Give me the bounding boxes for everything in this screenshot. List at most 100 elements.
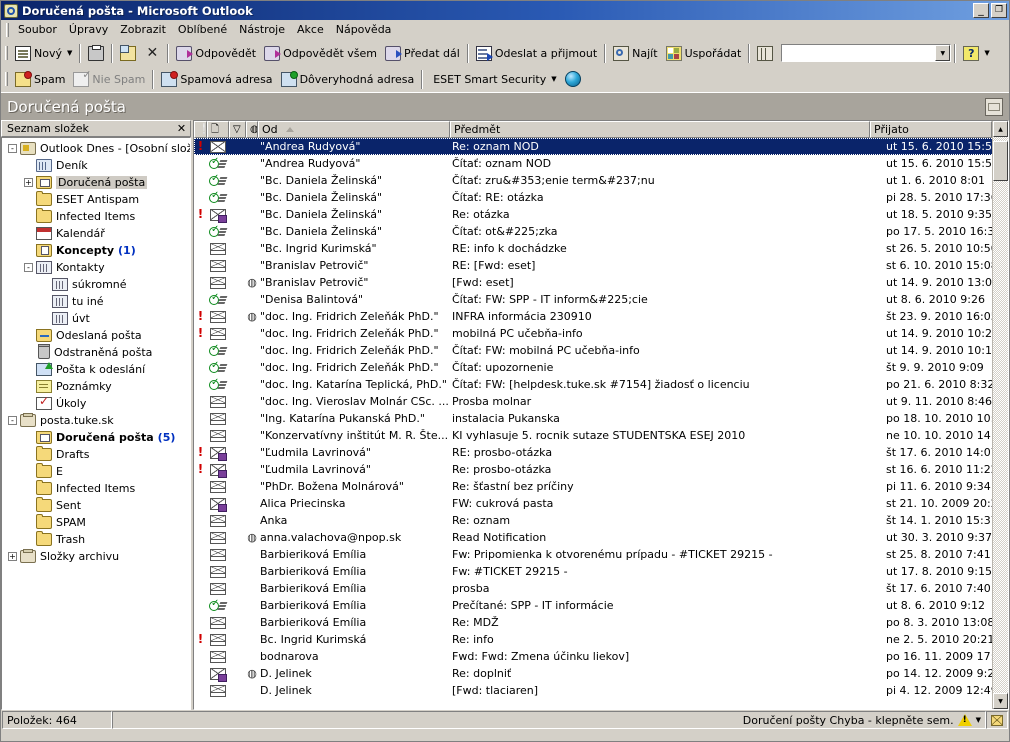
folder-item[interactable]: Odstraněná pošta: [2, 344, 190, 361]
folder-item[interactable]: + Složky archivu: [2, 548, 190, 565]
reply-all-button[interactable]: Odpovědět všem: [260, 41, 381, 65]
message-row[interactable]: "Bc. Daniela Želinská" Čítať: zru&#353;en…: [194, 172, 1008, 189]
column-header-icon[interactable]: 🗋: [207, 121, 229, 138]
folder-item[interactable]: tu iné: [2, 293, 190, 310]
find-button[interactable]: Najít: [609, 41, 661, 65]
message-row[interactable]: "Bc. Daniela Želinská" Čítať: ot&#225;zka…: [194, 223, 1008, 240]
expand-icon[interactable]: +: [8, 552, 17, 561]
chevron-down-icon[interactable]: ▼: [984, 49, 989, 57]
restore-button[interactable]: ❐: [991, 3, 1007, 18]
message-row[interactable]: "Bc. Ingrid Kurimská" RE: info k dochádzk…: [194, 240, 1008, 257]
message-row[interactable]: "doc. Ing. Vieroslav Molnár CSc. ... Pros…: [194, 393, 1008, 410]
menu-zobrazit[interactable]: Zobrazit: [114, 21, 172, 38]
expand-icon[interactable]: +: [24, 178, 33, 187]
message-list-scrollbar[interactable]: ▲ ▼: [992, 121, 1008, 709]
send-receive-button[interactable]: Odeslat a přijmout: [472, 41, 601, 65]
message-row[interactable]: ! ◍ "doc. Ing. Fridrich Zeleňák PhD." INFRA…: [194, 308, 1008, 325]
message-row[interactable]: Barbieriková Emília Fw: #TICKET 29215 - ut…: [194, 563, 1008, 580]
column-header-from[interactable]: Od: [258, 121, 450, 138]
chevron-down-icon[interactable]: ▼: [976, 716, 981, 724]
address-book-button[interactable]: [753, 41, 777, 65]
status-error-message[interactable]: Doručení pošty Chyba - klepněte sem.: [743, 714, 954, 727]
scroll-up-button[interactable]: ▲: [993, 121, 1008, 137]
message-row[interactable]: Barbieriková Emília Re: MDŽ po 8. 3. 2010 …: [194, 614, 1008, 631]
message-row[interactable]: "doc. Ing. Katarína Teplická, PhD." Čítať…: [194, 376, 1008, 393]
forward-button[interactable]: Předat dál: [381, 41, 464, 65]
not-spam-button[interactable]: Nie Spam: [69, 67, 149, 91]
message-row[interactable]: ◍ D. Jelinek Re: doplniť po 14. 12. 2009 9:…: [194, 665, 1008, 682]
warning-triangle-icon[interactable]: [957, 714, 972, 726]
menu-akce[interactable]: Akce: [291, 21, 330, 38]
message-rows[interactable]: ! "Andrea Rudyová" Re: oznam NOD ut 15. 6. …: [194, 138, 1008, 709]
column-header-received[interactable]: Přijato: [870, 121, 992, 138]
message-row[interactable]: "Konzervatívny inštitút M. R. Šte... KI v…: [194, 427, 1008, 444]
message-row[interactable]: "Branislav Petrovič" RE: [Fwd: eset] st 6.…: [194, 257, 1008, 274]
search-input[interactable]: [782, 46, 936, 60]
folder-item[interactable]: Pošta k odeslání: [2, 361, 190, 378]
folder-item[interactable]: Infected Items: [2, 480, 190, 497]
message-row[interactable]: ! "Ľudmila Lavrinová" Re: prosbo-otázka st …: [194, 461, 1008, 478]
message-row[interactable]: ! "Ľudmila Lavrinová" RE: prosbo-otázka št …: [194, 444, 1008, 461]
menu-grip[interactable]: [6, 22, 9, 37]
message-row[interactable]: Alica Priecinska FW: cukrová pasta st 21. …: [194, 495, 1008, 512]
chevron-down-icon[interactable]: ▼: [551, 75, 556, 83]
folder-item[interactable]: úvt: [2, 310, 190, 327]
message-row[interactable]: ◍ anna.valachova@npop.sk Read Notification…: [194, 529, 1008, 546]
message-row[interactable]: Barbieriková Emília Fw: Pripomienka k otv…: [194, 546, 1008, 563]
folder-item[interactable]: Poznámky: [2, 378, 190, 395]
folder-item[interactable]: súkromné: [2, 276, 190, 293]
column-header-subject[interactable]: Předmět: [450, 121, 870, 138]
status-message-cell[interactable]: Doručení pošty Chyba - klepněte sem. ▼: [112, 711, 986, 729]
menu-napoveda[interactable]: Nápověda: [330, 21, 398, 38]
folder-item[interactable]: Sent: [2, 497, 190, 514]
minimize-button[interactable]: _: [973, 3, 989, 18]
message-row[interactable]: Barbieriková Emília prosba št 17. 6. 2010 …: [194, 580, 1008, 597]
folder-item[interactable]: Deník: [2, 157, 190, 174]
folder-item[interactable]: ESET Antispam: [2, 191, 190, 208]
folder-item[interactable]: Odeslaná pošta: [2, 327, 190, 344]
message-row[interactable]: ! "Bc. Daniela Želinská" Re: otázka ut 18. …: [194, 206, 1008, 223]
chevron-down-icon[interactable]: ▼: [67, 49, 72, 57]
folder-item[interactable]: Trash: [2, 531, 190, 548]
message-row[interactable]: "Bc. Daniela Želinská" Čítať: RE: otázka p…: [194, 189, 1008, 206]
message-row[interactable]: Anka Re: oznam št 14. 1. 2010 15:37: [194, 512, 1008, 529]
folder-tree[interactable]: - Outlook Dnes - [Osobní složky] Deník + Dor…: [1, 137, 191, 710]
move-to-folder-button[interactable]: [116, 41, 140, 65]
spam-button[interactable]: Spam: [11, 67, 69, 91]
message-row[interactable]: bodnarova Fwd: Fwd: Zmena účinku liekov] p…: [194, 648, 1008, 665]
spam-address-button[interactable]: Spamová adresa: [157, 67, 276, 91]
message-row[interactable]: "doc. Ing. Fridrich Zeleňák PhD." Čítať: …: [194, 342, 1008, 359]
eset-orb-button[interactable]: [561, 67, 585, 91]
column-header-attachment[interactable]: ◍: [246, 121, 258, 138]
scroll-thumb[interactable]: [993, 141, 1008, 181]
menu-upravy[interactable]: Úpravy: [63, 21, 114, 38]
collapse-icon[interactable]: -: [8, 416, 17, 425]
search-combo[interactable]: ▼: [781, 44, 952, 62]
print-button[interactable]: [84, 41, 108, 65]
message-row[interactable]: D. Jelinek [Fwd: tlaciaren] pi 4. 12. 2009…: [194, 682, 1008, 699]
message-row[interactable]: "PhDr. Božena Molnárová" Re: šťastní bez …: [194, 478, 1008, 495]
new-button[interactable]: Nový ▼: [11, 41, 76, 65]
message-row[interactable]: "doc. Ing. Fridrich Zeleňák PhD." Čítať: …: [194, 359, 1008, 376]
folder-item[interactable]: Kalendář: [2, 225, 190, 242]
column-header-importance[interactable]: ❕: [194, 121, 207, 138]
collapse-icon[interactable]: -: [8, 144, 17, 153]
toolbar-grip[interactable]: [5, 46, 8, 60]
search-dropdown-button[interactable]: ▼: [935, 45, 951, 61]
column-header-flag[interactable]: ▽: [229, 121, 246, 138]
collapse-icon[interactable]: -: [24, 263, 33, 272]
help-button[interactable]: ? ▼: [959, 41, 993, 65]
message-row[interactable]: "Denisa Balintová" Čítať: FW: SPP - IT in…: [194, 291, 1008, 308]
folder-item[interactable]: - Outlook Dnes - [Osobní složky]: [2, 140, 190, 157]
folder-item[interactable]: - Kontakty: [2, 259, 190, 276]
scroll-down-button[interactable]: ▼: [993, 693, 1008, 709]
message-row[interactable]: "Ing. Katarína Pukanská PhD." instalacia …: [194, 410, 1008, 427]
delete-button[interactable]: ✕: [140, 41, 164, 65]
folder-item[interactable]: - posta.tuke.sk: [2, 412, 190, 429]
eset-smart-security-button[interactable]: ESET Smart Security ▼: [426, 67, 560, 91]
folder-item[interactable]: Koncepty (1): [2, 242, 190, 259]
scroll-track-bottom[interactable]: [993, 181, 1008, 693]
trusted-address-button[interactable]: Dôveryhodná adresa: [277, 67, 419, 91]
folder-item[interactable]: SPAM: [2, 514, 190, 531]
folder-item[interactable]: Infected Items: [2, 208, 190, 225]
